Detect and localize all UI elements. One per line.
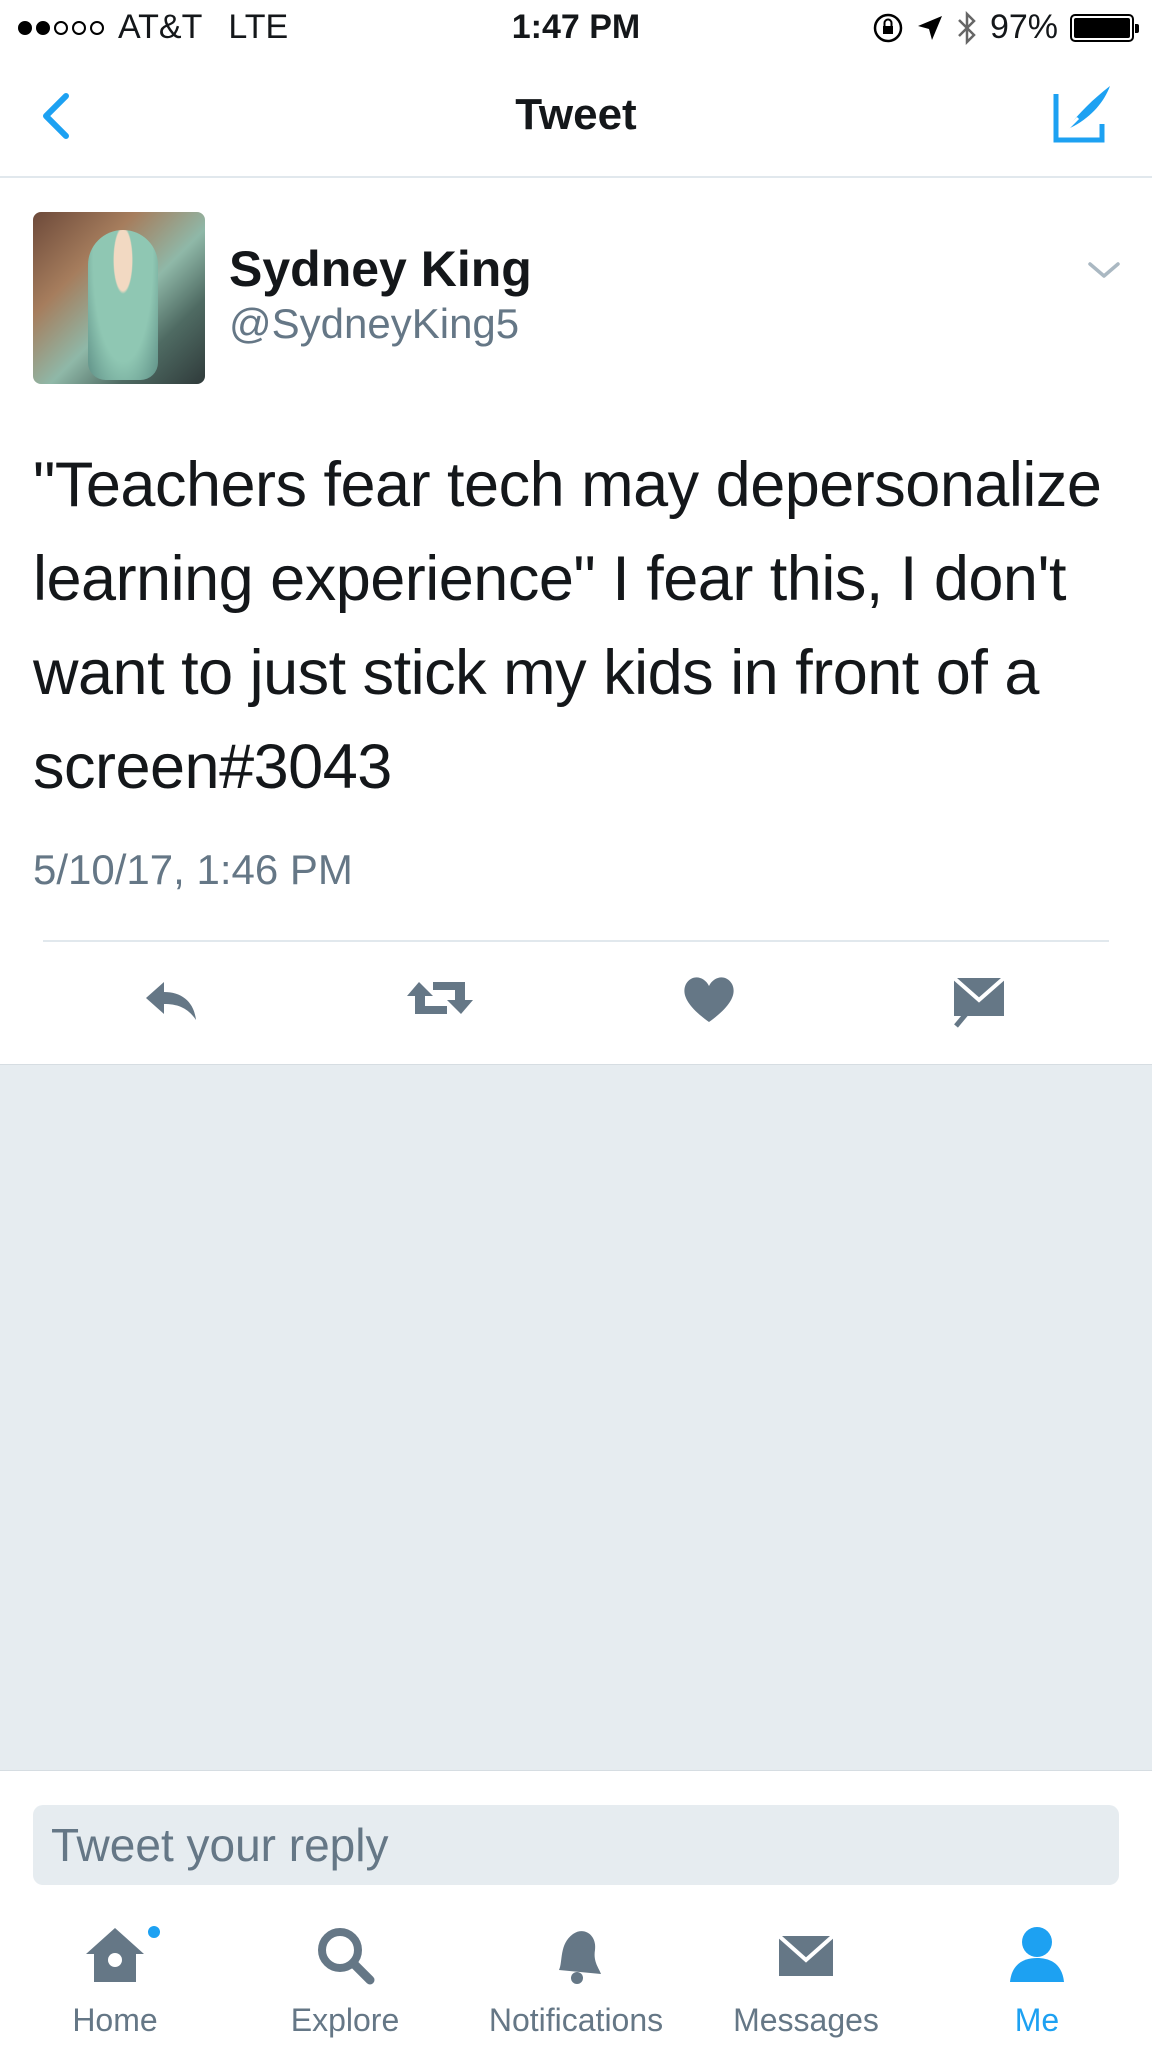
heart-icon[interactable] bbox=[674, 968, 744, 1028]
author-handle[interactable]: @SydneyKing5 bbox=[229, 300, 519, 348]
tab-home[interactable]: Home bbox=[0, 1888, 230, 2048]
navigation-header: Tweet bbox=[0, 58, 1152, 178]
avatar[interactable] bbox=[33, 212, 205, 384]
status-right: 97% bbox=[872, 8, 1139, 47]
divider bbox=[43, 940, 1109, 942]
reply-bar bbox=[0, 1770, 1152, 1888]
battery-percent: 97% bbox=[989, 8, 1058, 46]
tab-label-notifications: Notifications bbox=[488, 2002, 664, 2038]
location-icon bbox=[917, 15, 942, 40]
tab-label-messages: Messages bbox=[733, 2002, 879, 2038]
tweet-text: "Teachers fear tech may depersonalize le… bbox=[33, 450, 1102, 802]
tab-me[interactable]: Me bbox=[922, 1888, 1152, 2048]
search-icon bbox=[318, 1928, 375, 1985]
home-icon bbox=[86, 1928, 144, 1982]
page-title: Tweet bbox=[515, 90, 637, 139]
tab-explore[interactable]: Explore bbox=[230, 1888, 460, 2048]
battery-icon bbox=[1070, 13, 1139, 42]
bell-icon bbox=[559, 1931, 601, 1984]
author-name[interactable]: Sydney King bbox=[229, 240, 532, 298]
tweet-detail: Sydney King @SydneyKing5 "Teachers fear … bbox=[0, 178, 1152, 1064]
tab-bar: Home Explore Notifications Messages Me bbox=[0, 1888, 1152, 2048]
status-bar: AT&T LTE 1:47 PM 97% bbox=[0, 0, 1152, 58]
compose-tweet-icon[interactable] bbox=[1048, 80, 1116, 148]
tweet-timestamp: 5/10/17, 1:46 PM bbox=[33, 846, 353, 893]
rotation-lock-icon bbox=[873, 13, 903, 42]
tab-label-home: Home bbox=[72, 2002, 158, 2038]
tab-label-me: Me bbox=[1014, 2002, 1060, 2038]
empty-content-area bbox=[0, 1064, 1152, 1770]
reply-input[interactable] bbox=[33, 1805, 1119, 1885]
tab-notifications[interactable]: Notifications bbox=[461, 1888, 691, 2048]
person-icon bbox=[1010, 1927, 1064, 1982]
chevron-down-icon[interactable] bbox=[1086, 258, 1122, 282]
tweet-actions bbox=[0, 968, 1152, 1048]
bluetooth-icon bbox=[958, 10, 976, 45]
reply-icon[interactable] bbox=[136, 968, 206, 1028]
envelope-icon bbox=[777, 1934, 835, 1976]
tab-messages[interactable]: Messages bbox=[691, 1888, 921, 2048]
envelope-icon[interactable] bbox=[944, 968, 1014, 1028]
retweet-icon[interactable] bbox=[405, 968, 475, 1028]
tab-label-explore: Explore bbox=[290, 2002, 400, 2038]
new-tweets-badge bbox=[146, 1924, 162, 1940]
